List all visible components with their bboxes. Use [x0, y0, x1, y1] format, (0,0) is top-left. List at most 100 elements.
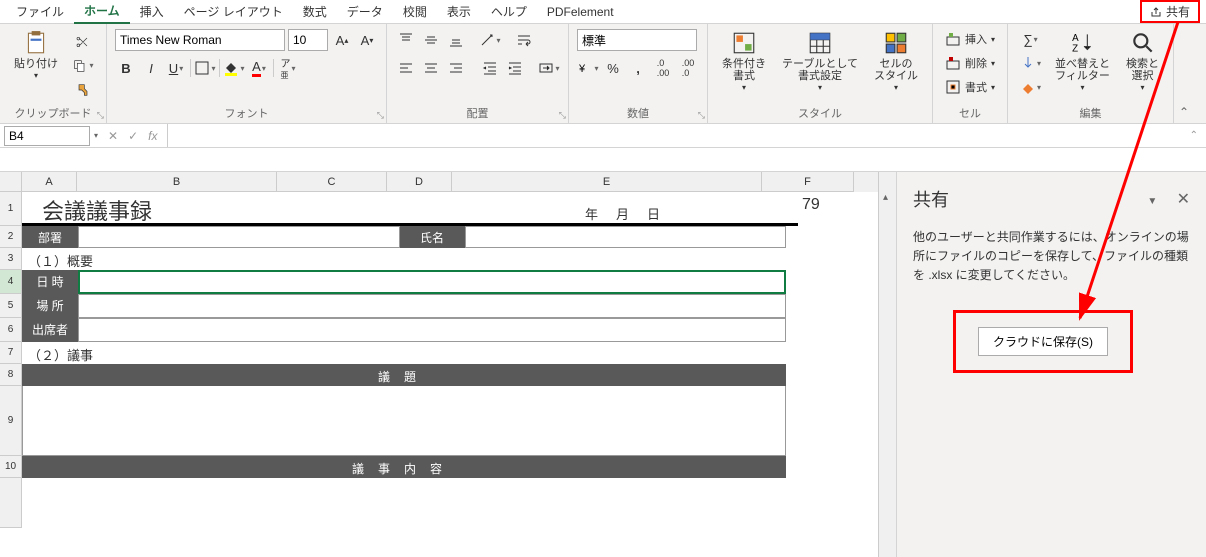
tab-pdfelement[interactable]: PDFelement — [537, 2, 624, 22]
format-painter-button[interactable] — [72, 79, 94, 101]
tab-help[interactable]: ヘルプ — [481, 0, 537, 23]
align-middle-button[interactable] — [420, 29, 442, 51]
tab-data[interactable]: データ — [337, 0, 393, 23]
dept-label[interactable]: 部署 — [22, 226, 78, 248]
content-body[interactable] — [22, 478, 786, 528]
name-input[interactable] — [465, 226, 787, 248]
align-right-button[interactable] — [445, 57, 467, 79]
align-top-button[interactable] — [395, 29, 417, 51]
row-header-9[interactable]: 9 — [0, 386, 22, 456]
delete-cells-button[interactable]: 削除▾ — [941, 52, 999, 74]
tab-formula[interactable]: 数式 — [293, 0, 337, 23]
underline-button[interactable]: U — [165, 57, 187, 79]
fx-icon[interactable]: fx — [148, 129, 157, 143]
conditional-format-button[interactable]: 条件付き 書式▾ — [716, 28, 772, 103]
fill-color-button[interactable] — [223, 57, 245, 79]
tab-page-layout[interactable]: ページ レイアウト — [174, 0, 293, 23]
name-box[interactable] — [4, 126, 90, 146]
col-header-d[interactable]: D — [387, 172, 452, 192]
indent-decrease-button[interactable] — [479, 57, 501, 79]
align-expand-icon[interactable]: ⤡ — [559, 110, 566, 121]
col-header-c[interactable]: C — [277, 172, 387, 192]
percent-button[interactable]: % — [602, 57, 624, 79]
place-input[interactable] — [78, 294, 786, 318]
row-header-4[interactable]: 4 — [0, 270, 22, 294]
align-bottom-button[interactable] — [445, 29, 467, 51]
share-button[interactable]: 共有 — [1140, 0, 1200, 23]
find-select-button[interactable]: 検索と 選択▾ — [1120, 28, 1165, 103]
decrease-decimal-button[interactable]: .00.0 — [677, 57, 699, 79]
font-color-button[interactable]: A — [248, 57, 270, 79]
section-1[interactable]: （１）概要 — [22, 248, 786, 270]
place-label[interactable]: 場 所 — [22, 294, 78, 318]
font-name-select[interactable] — [115, 29, 285, 51]
vertical-scrollbar[interactable] — [878, 172, 896, 557]
indent-increase-button[interactable] — [504, 57, 526, 79]
font-expand-icon[interactable]: ⤡ — [377, 110, 384, 121]
content-header[interactable]: 議事内容 — [22, 456, 786, 478]
align-left-button[interactable] — [395, 57, 417, 79]
increase-font-button[interactable]: A▴ — [331, 29, 353, 51]
row-header-10[interactable]: 10 — [0, 456, 22, 478]
col-header-a[interactable]: A — [22, 172, 77, 192]
name-label[interactable]: 氏名 — [400, 226, 465, 248]
bold-button[interactable]: B — [115, 57, 137, 79]
merge-button[interactable] — [538, 57, 560, 79]
autosum-button[interactable]: ∑ — [1016, 28, 1045, 50]
dept-input[interactable] — [78, 226, 400, 248]
topic-content[interactable] — [22, 386, 786, 456]
cell-styles-button[interactable]: セルの スタイル▾ — [868, 28, 924, 103]
comma-button[interactable]: , — [627, 57, 649, 79]
row-header-8[interactable]: 8 — [0, 364, 22, 386]
panel-close-icon[interactable]: ✕ — [1177, 191, 1190, 208]
formula-bar[interactable] — [167, 124, 1181, 147]
phonetic-button[interactable]: ア亜 — [277, 57, 299, 79]
col-header-f[interactable]: F — [762, 172, 854, 192]
row-header-1[interactable]: 1 — [0, 192, 22, 226]
clear-button[interactable] — [1016, 76, 1045, 98]
row-header-blank[interactable] — [0, 478, 22, 528]
font-size-select[interactable] — [288, 29, 328, 51]
insert-cells-button[interactable]: 挿入▾ — [941, 28, 999, 50]
select-all-corner[interactable] — [0, 172, 22, 192]
increase-decimal-button[interactable]: .0.00 — [652, 57, 674, 79]
cell-f1[interactable]: 79 — [798, 192, 878, 226]
row-header-7[interactable]: 7 — [0, 342, 22, 364]
tab-home[interactable]: ホーム — [74, 0, 130, 24]
fill-button[interactable] — [1016, 52, 1045, 74]
panel-dropdown-icon[interactable]: ▼ — [1147, 196, 1157, 207]
expand-formula-icon[interactable]: ⌃ — [1182, 130, 1206, 141]
number-expand-icon[interactable]: ⤡ — [698, 110, 705, 121]
section-2[interactable]: （２）議事 — [22, 342, 786, 364]
paste-button[interactable]: 貼り付け ▾ — [8, 28, 64, 103]
tab-insert[interactable]: 挿入 — [130, 0, 174, 23]
tab-file[interactable]: ファイル — [6, 0, 74, 23]
clipboard-expand-icon[interactable]: ⤡ — [97, 110, 104, 121]
collapse-ribbon-button[interactable]: ⌃ — [1174, 24, 1194, 123]
currency-button[interactable]: ¥ — [577, 57, 599, 79]
copy-button[interactable] — [72, 55, 94, 77]
attendees-input[interactable] — [78, 318, 786, 342]
row-header-6[interactable]: 6 — [0, 318, 22, 342]
row-header-3[interactable]: 3 — [0, 248, 22, 270]
number-format-select[interactable] — [577, 29, 697, 51]
tab-review[interactable]: 校閲 — [393, 0, 437, 23]
sort-filter-button[interactable]: AZ 並べ替えと フィルター▾ — [1049, 28, 1116, 103]
topic-header[interactable]: 議題 — [22, 364, 786, 386]
decrease-font-button[interactable]: A▾ — [356, 29, 378, 51]
datetime-label[interactable]: 日 時 — [22, 270, 78, 294]
wrap-text-button[interactable] — [513, 29, 535, 51]
align-center-button[interactable] — [420, 57, 442, 79]
col-header-b[interactable]: B — [77, 172, 277, 192]
datetime-input[interactable] — [78, 270, 786, 294]
col-header-e[interactable]: E — [452, 172, 762, 192]
format-cells-button[interactable]: 書式▾ — [941, 76, 999, 98]
enter-formula-icon[interactable]: ✓ — [128, 129, 138, 143]
cancel-formula-icon[interactable]: ✕ — [108, 129, 118, 143]
border-button[interactable] — [194, 57, 216, 79]
italic-button[interactable]: I — [140, 57, 162, 79]
cut-button[interactable] — [72, 31, 94, 53]
row-header-5[interactable]: 5 — [0, 294, 22, 318]
tab-view[interactable]: 表示 — [437, 0, 481, 23]
table-format-button[interactable]: テーブルとして 書式設定▾ — [776, 28, 864, 103]
